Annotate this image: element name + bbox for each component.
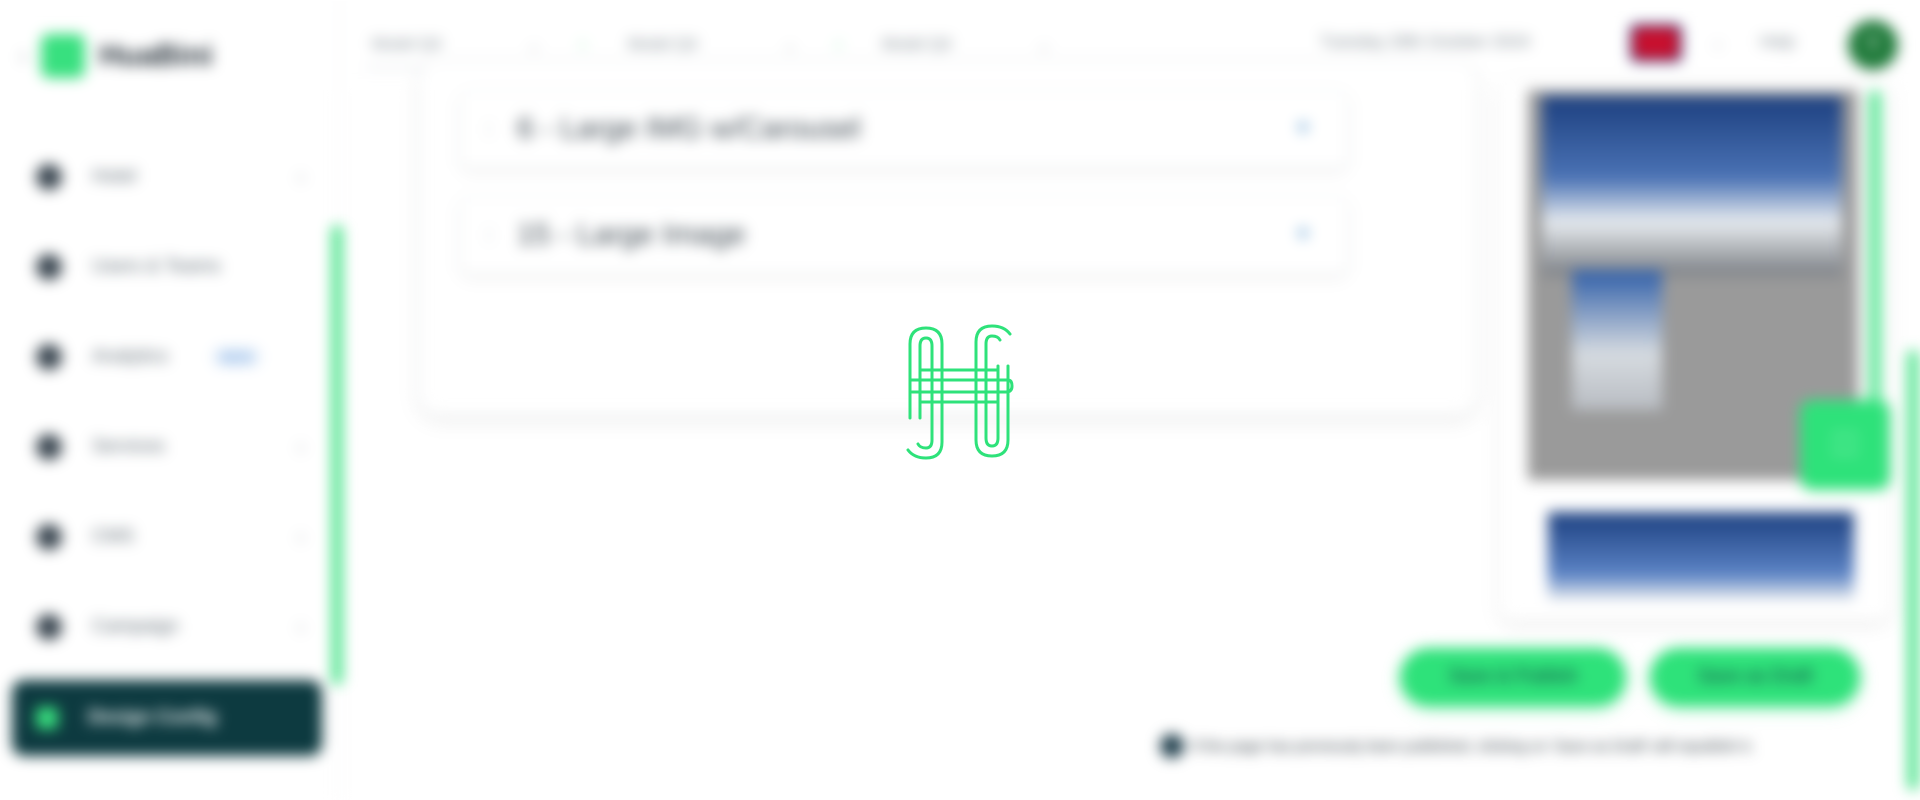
pin-icon bbox=[36, 164, 62, 190]
new-badge: NEW bbox=[212, 347, 261, 367]
page-scrollbar[interactable] bbox=[1908, 350, 1918, 790]
chevron-right-icon: › bbox=[298, 436, 304, 457]
sidebar-item-label: CMS bbox=[92, 526, 135, 547]
chevron-right-icon: › bbox=[298, 166, 304, 187]
chevron-down-icon[interactable]: ▼ bbox=[1295, 226, 1311, 244]
section-row[interactable]: ⋮ 15 - Large Image ▼ bbox=[460, 196, 1348, 274]
folder-icon bbox=[36, 524, 62, 550]
chevron-down-icon: ⌄ bbox=[1038, 36, 1050, 53]
sidebar: ‹ HuaBini Hotel › Users & Teams Analytic… bbox=[0, 0, 342, 800]
sidebar-item-label: Users & Teams bbox=[92, 256, 221, 277]
services-icon bbox=[36, 434, 62, 460]
section-title: 15 - Large Image bbox=[517, 218, 746, 251]
sidebar-item-design-config[interactable]: Design Config bbox=[12, 680, 322, 756]
uk-flag-icon[interactable] bbox=[1630, 24, 1682, 62]
sidebar-item-label: Services bbox=[92, 436, 165, 457]
sidebar-item-services[interactable]: Services › bbox=[12, 402, 322, 492]
current-date: Tuesday 29th October 2024 bbox=[1320, 32, 1531, 51]
info-icon bbox=[1160, 734, 1184, 758]
preview-thumbnail bbox=[1572, 270, 1662, 410]
sidebar-item-label: Design Config bbox=[88, 707, 217, 728]
save-publish-button[interactable]: Save & Publish bbox=[1400, 648, 1626, 706]
chevron-down-icon: ⌄ bbox=[784, 36, 796, 53]
avatar[interactable]: T bbox=[1848, 20, 1898, 70]
design-icon bbox=[36, 707, 58, 729]
sidebar-item-campaign[interactable]: Campaign › bbox=[12, 582, 322, 672]
separator-icon: › bbox=[836, 36, 842, 53]
sidebar-item-cms[interactable]: CMS › bbox=[12, 492, 322, 582]
model-select-value: Model Q4 bbox=[882, 36, 952, 53]
sidebar-item-analytics[interactable]: Analytics NEW bbox=[12, 312, 322, 402]
expand-icon: ⛶ bbox=[1835, 428, 1855, 460]
sidebar-item-users-teams[interactable]: Users & Teams bbox=[12, 222, 322, 312]
analytics-icon bbox=[36, 344, 62, 370]
section-title: 6 - Large IMG w/Carousel bbox=[517, 112, 861, 145]
back-arrow-icon[interactable]: ‹ bbox=[20, 43, 27, 69]
logo-text: HuaBini bbox=[99, 39, 213, 72]
sidebar-item-label: Analytics bbox=[92, 346, 169, 367]
model-select-value: Model Q4 bbox=[372, 36, 442, 53]
chevron-down-icon: ⌄ bbox=[528, 36, 540, 53]
preview-image bbox=[1548, 512, 1854, 600]
preview-scrollbar[interactable] bbox=[1870, 90, 1880, 410]
help-link[interactable]: Help bbox=[1760, 32, 1795, 52]
preview-hero-image bbox=[1542, 96, 1842, 276]
sidebar-item-label: Hotel bbox=[92, 166, 137, 187]
logo-icon bbox=[41, 34, 86, 78]
sidebar-item-label: Campaign bbox=[92, 616, 179, 637]
chevron-down-icon[interactable]: ▼ bbox=[1295, 120, 1311, 138]
chevron-down-icon[interactable]: ⌄ bbox=[1712, 34, 1724, 51]
republish-notice: If the page has previously been publishe… bbox=[1160, 734, 1754, 758]
separator-icon: › bbox=[580, 36, 586, 53]
drag-handle-icon[interactable]: ⋮ bbox=[481, 225, 497, 245]
notice-text: If the page has previously been publishe… bbox=[1192, 737, 1754, 755]
preview-toggle-button[interactable]: ⛶ bbox=[1800, 400, 1890, 490]
megaphone-icon bbox=[36, 614, 62, 640]
sidebar-item-hotel[interactable]: Hotel › bbox=[12, 132, 322, 222]
drag-handle-icon[interactable]: ⋮ bbox=[481, 119, 497, 139]
sidebar-scrollbar[interactable] bbox=[332, 225, 342, 685]
model-select-value: Model Q4 bbox=[628, 36, 698, 53]
sidebar-nav: Hotel › Users & Teams Analytics NEW Serv… bbox=[12, 132, 322, 756]
user-icon bbox=[36, 254, 62, 280]
save-draft-button[interactable]: Save as Draft bbox=[1650, 648, 1860, 706]
chevron-right-icon: › bbox=[298, 526, 304, 547]
loading-logo-icon bbox=[906, 324, 1014, 460]
section-row[interactable]: ⋮ 6 - Large IMG w/Carousel ▼ bbox=[460, 90, 1348, 168]
logo-row: ‹ HuaBini bbox=[20, 34, 213, 78]
chevron-right-icon: › bbox=[298, 616, 304, 637]
